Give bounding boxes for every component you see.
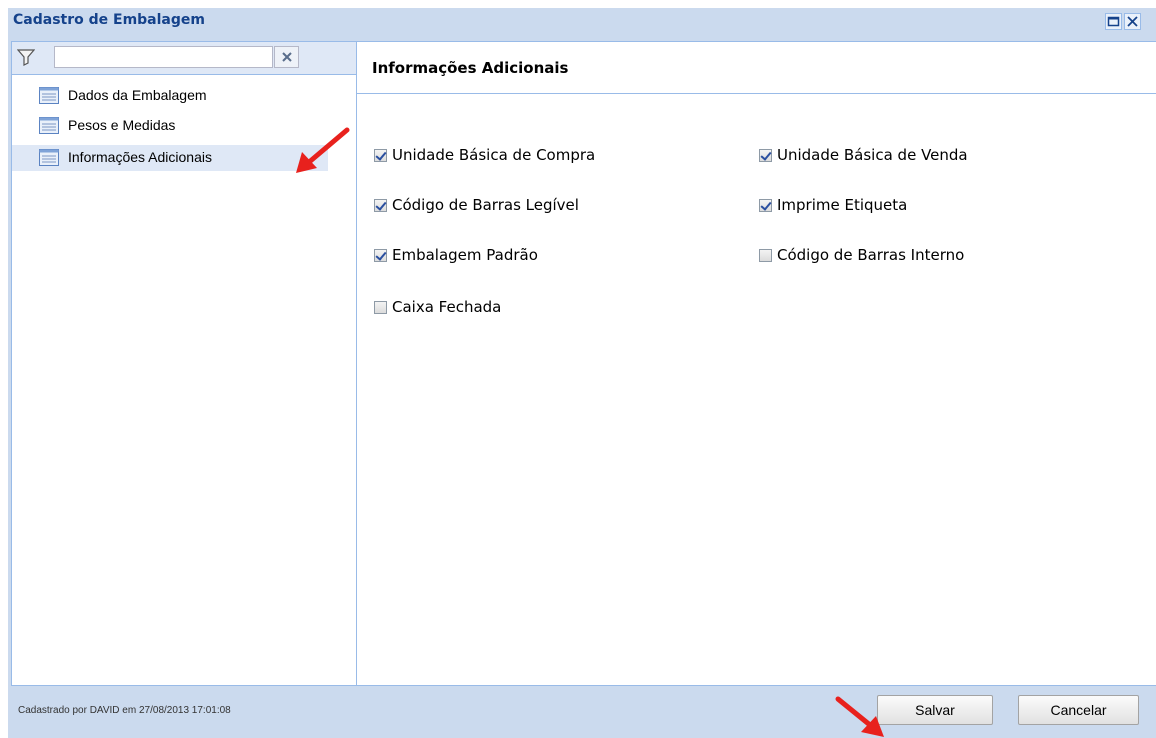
maximize-button[interactable] bbox=[1105, 13, 1122, 30]
status-text: Cadastrado por DAVID em 27/08/2013 17:01… bbox=[18, 705, 231, 716]
close-button[interactable] bbox=[1124, 13, 1141, 30]
option-label: Caixa Fechada bbox=[392, 298, 502, 316]
option-label: Imprime Etiqueta bbox=[777, 196, 908, 214]
list-icon bbox=[39, 87, 59, 104]
section-header: Informações Adicionais bbox=[357, 42, 1156, 94]
sidebar-item-label: Dados da Embalagem bbox=[68, 87, 207, 103]
filter-bar bbox=[12, 42, 356, 75]
dialog-window: Cadastro de Embalagem Dados da Embalagem… bbox=[8, 8, 1156, 738]
option-label: Unidade Básica de Compra bbox=[392, 146, 596, 164]
option-label: Código de Barras Legível bbox=[392, 196, 579, 214]
checkbox-unchecked[interactable] bbox=[374, 301, 387, 314]
maximize-icon bbox=[1107, 16, 1120, 27]
annotation-arrow-icon bbox=[296, 127, 350, 173]
filter-icon[interactable] bbox=[17, 48, 35, 66]
checkbox-checked[interactable] bbox=[759, 199, 772, 212]
content-panel: Informações Adicionais Unidade Básica de… bbox=[357, 41, 1156, 686]
option-label: Código de Barras Interno bbox=[777, 246, 965, 264]
sidebar-item-dados-embalagem[interactable]: Dados da Embalagem bbox=[12, 83, 356, 109]
annotation-arrow-icon bbox=[835, 696, 884, 737]
sidebar-item-informacoes-adicionais[interactable]: Informações Adicionais bbox=[12, 145, 328, 171]
section-title: Informações Adicionais bbox=[372, 59, 569, 77]
sidebar-item-label: Pesos e Medidas bbox=[68, 117, 176, 133]
clear-x-icon bbox=[282, 52, 292, 62]
save-button[interactable]: Salvar bbox=[877, 695, 993, 725]
filter-input[interactable] bbox=[54, 46, 273, 68]
option-label: Embalagem Padrão bbox=[392, 246, 538, 264]
list-icon bbox=[39, 149, 59, 166]
option-label: Unidade Básica de Venda bbox=[777, 146, 968, 164]
checkbox-unchecked[interactable] bbox=[759, 249, 772, 262]
list-icon bbox=[39, 117, 59, 134]
title-bar[interactable]: Cadastro de Embalagem bbox=[8, 8, 1156, 34]
checkbox-checked[interactable] bbox=[374, 149, 387, 162]
checkbox-checked[interactable] bbox=[759, 149, 772, 162]
checkbox-checked[interactable] bbox=[374, 249, 387, 262]
sidebar-item-label: Informações Adicionais bbox=[68, 149, 212, 165]
filter-clear-button[interactable] bbox=[274, 46, 299, 68]
checkbox-checked[interactable] bbox=[374, 199, 387, 212]
cancel-button[interactable]: Cancelar bbox=[1018, 695, 1139, 725]
close-icon bbox=[1127, 16, 1138, 27]
window-title: Cadastro de Embalagem bbox=[13, 12, 205, 28]
